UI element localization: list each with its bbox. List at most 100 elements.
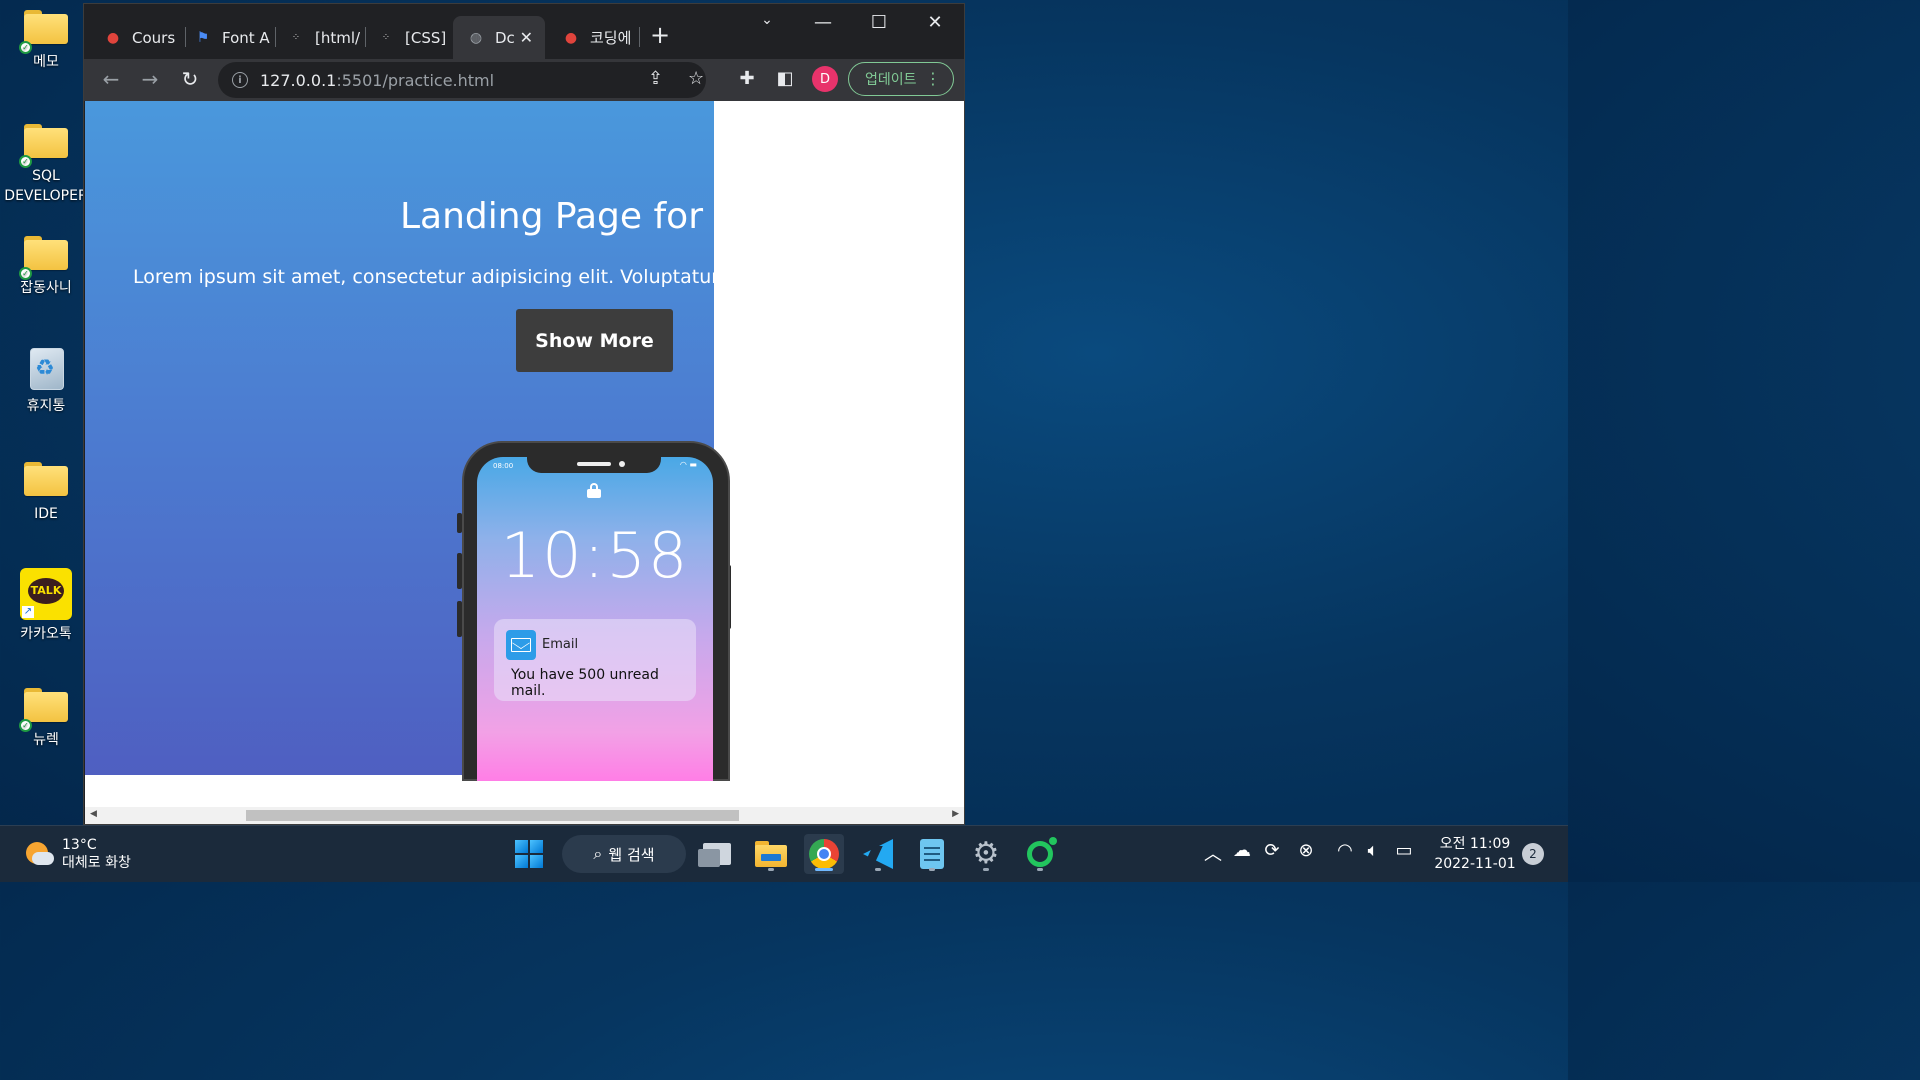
desktop-icon-label: 휴지통 (26, 398, 66, 414)
show-more-button[interactable]: Show More (516, 309, 673, 372)
back-arrow-icon[interactable]: ← (99, 67, 123, 91)
phone-notch (527, 457, 661, 473)
reload-icon[interactable]: ↻ (178, 67, 202, 91)
sync-check-icon: ✓ (19, 41, 32, 54)
notepad-button[interactable] (912, 834, 952, 874)
bookmark-star-icon[interactable]: ☆ (688, 68, 704, 89)
desktop-icon-label: IDE (34, 506, 58, 522)
windows-logo-icon (515, 840, 543, 868)
update-button[interactable]: 업데이트 ⋮ (848, 62, 954, 96)
battery-icon[interactable]: ▭ (1391, 840, 1417, 861)
phone-mockup: 08:00 ◠ ▬ 10:58 Email You have 500 unrea… (457, 441, 731, 781)
folder-icon: ✓ (19, 236, 69, 280)
tab-course[interactable]: ● Cours (90, 16, 182, 59)
chrome-icon (809, 839, 839, 869)
extensions-puzzle-icon[interactable]: ✚ (736, 68, 758, 89)
minimize-icon[interactable]: — (808, 12, 838, 33)
system-clock[interactable]: 오전 11:09 2022-11-01 (1430, 834, 1520, 874)
folder-icon: ✓ (19, 688, 69, 732)
vscode-icon (863, 839, 893, 869)
weather-description: 대체로 화창 (62, 855, 131, 871)
new-tab-plus-icon[interactable]: + (650, 22, 670, 48)
desktop-icon-kakaotalk[interactable]: TALK ↗ 카카오톡 (4, 568, 88, 644)
sync-icon[interactable]: ⟳ (1259, 840, 1285, 861)
hero-title: Landing Page for A (400, 196, 740, 237)
green-app-button[interactable] (1020, 834, 1060, 874)
desktop-icon-sql-developer[interactable]: ✓ SQL DEVELOPER (4, 124, 88, 206)
dots-icon: ⁘ (291, 32, 301, 43)
file-explorer-icon (755, 841, 787, 867)
desktop-icon-label: 메모 (33, 54, 59, 70)
tab-html[interactable]: ⁘ [html/ (273, 16, 361, 59)
maximize-icon[interactable]: ☐ (864, 12, 894, 33)
more-menu-icon[interactable]: ⋮ (925, 69, 941, 89)
weather-temperature: 13°C (62, 837, 97, 853)
show-hidden-icons-chevron-icon[interactable]: ︿ (1200, 840, 1226, 866)
taskbar: 13°C 대체로 화창 ⌕ 웹 검색 ⚙ ︿ ☁ ⟳ ⊗ ◠ 🔈︎ ▭ 오전 1… (0, 825, 1568, 882)
wifi-battery-icon: ◠ ▬ (679, 460, 697, 469)
onedrive-error-icon[interactable]: ☁ (1229, 840, 1255, 861)
vscode-button[interactable] (858, 834, 898, 874)
tab-search-chevron-icon[interactable]: ⌄ (752, 12, 782, 28)
browser-window: ● Cours ⚑ Font A ⁘ [html/ ⁘ [CSS] ◍ Dc ✕… (83, 3, 965, 825)
horizontal-scrollbar[interactable]: ◀ ▶ (85, 807, 964, 824)
notification-count-badge[interactable]: 2 (1522, 843, 1544, 865)
settings-button[interactable]: ⚙ (966, 834, 1006, 874)
taskbar-search[interactable]: ⌕ 웹 검색 (562, 835, 686, 873)
gear-icon: ⚙ (972, 836, 1000, 871)
desktop-icon-misc[interactable]: ✓ 잡동사니 (4, 236, 88, 298)
sync-check-icon: ✓ (19, 155, 32, 168)
close-window-icon[interactable]: ✕ (920, 12, 950, 33)
desktop-icon-newlec[interactable]: ✓ 뉴렉 (4, 688, 88, 750)
tab-coding[interactable]: ● 코딩에 (548, 16, 636, 59)
notepad-icon (920, 839, 944, 869)
search-icon: ⌕ (593, 844, 603, 863)
globe-icon: ◍ (469, 29, 483, 46)
phone-screen: 08:00 ◠ ▬ 10:58 Email You have 500 unrea… (477, 457, 713, 781)
mail-icon (506, 630, 536, 660)
address-bar[interactable]: i 127.0.0.1:5501/practice.html ⇪ ☆ (218, 62, 706, 98)
desktop-icon-label: 카카오톡 (20, 626, 72, 642)
forward-arrow-icon[interactable]: → (138, 67, 162, 91)
desktop-icon-label: 뉴렉 (33, 732, 59, 748)
desktop-icon-memo[interactable]: ✓ 메모 (4, 10, 88, 72)
site-info-icon[interactable]: i (232, 72, 248, 88)
folder-icon: ✓ (19, 10, 69, 54)
wifi-icon[interactable]: ◠ (1332, 840, 1358, 861)
tab-strip: ● Cours ⚑ Font A ⁘ [html/ ⁘ [CSS] ◍ Dc ✕… (84, 4, 964, 59)
lock-screen-time: 10:58 (500, 519, 690, 592)
side-panel-icon[interactable]: ◧ (774, 68, 796, 89)
url-path: :5501/practice.html (336, 70, 495, 90)
apple-icon: ● (106, 29, 120, 46)
task-view-button[interactable] (697, 834, 737, 874)
share-icon[interactable]: ⇪ (648, 68, 663, 89)
volume-icon[interactable]: 🔈︎ (1360, 840, 1386, 861)
tab-close-icon[interactable]: ✕ (520, 28, 533, 47)
tab-active-document[interactable]: ◍ Dc ✕ (453, 16, 545, 59)
notification-app-name: Email (542, 637, 579, 652)
folder-icon (23, 462, 69, 498)
recycle-bin-icon: ♻ (26, 344, 66, 392)
profile-avatar[interactable]: D (812, 66, 838, 92)
sync-check-icon: ✓ (19, 719, 32, 732)
sync-check-icon: ✓ (19, 267, 32, 280)
close-circle-icon[interactable]: ⊗ (1293, 840, 1319, 861)
task-view-icon (698, 843, 731, 867)
phone-status-time: 08:00 (493, 462, 514, 470)
clock-date: 2022-11-01 (1434, 856, 1516, 872)
desktop-icon-ide[interactable]: IDE (4, 462, 88, 524)
scrollbar-thumb[interactable] (246, 810, 739, 821)
desktop-icon-recycle-bin[interactable]: ♻ 휴지통 (4, 344, 88, 416)
hero-paragraph: Lorem ipsum sit amet, consectetur adipis… (133, 266, 736, 288)
weather-widget[interactable]: 13°C 대체로 화창 (24, 836, 131, 872)
file-explorer-button[interactable] (751, 834, 791, 874)
tab-css[interactable]: ⁘ [CSS] (363, 16, 451, 59)
start-button[interactable] (509, 834, 549, 874)
green-ring-app-icon (1027, 837, 1057, 867)
email-notification: Email You have 500 unread mail. (494, 619, 696, 701)
page-viewport: Landing Page for A Lorem ipsum sit amet,… (85, 101, 964, 824)
chrome-button[interactable] (804, 834, 844, 874)
tab-font[interactable]: ⚑ Font A (180, 16, 270, 59)
scroll-left-icon[interactable]: ◀ (90, 809, 97, 819)
scroll-right-icon[interactable]: ▶ (952, 809, 959, 819)
